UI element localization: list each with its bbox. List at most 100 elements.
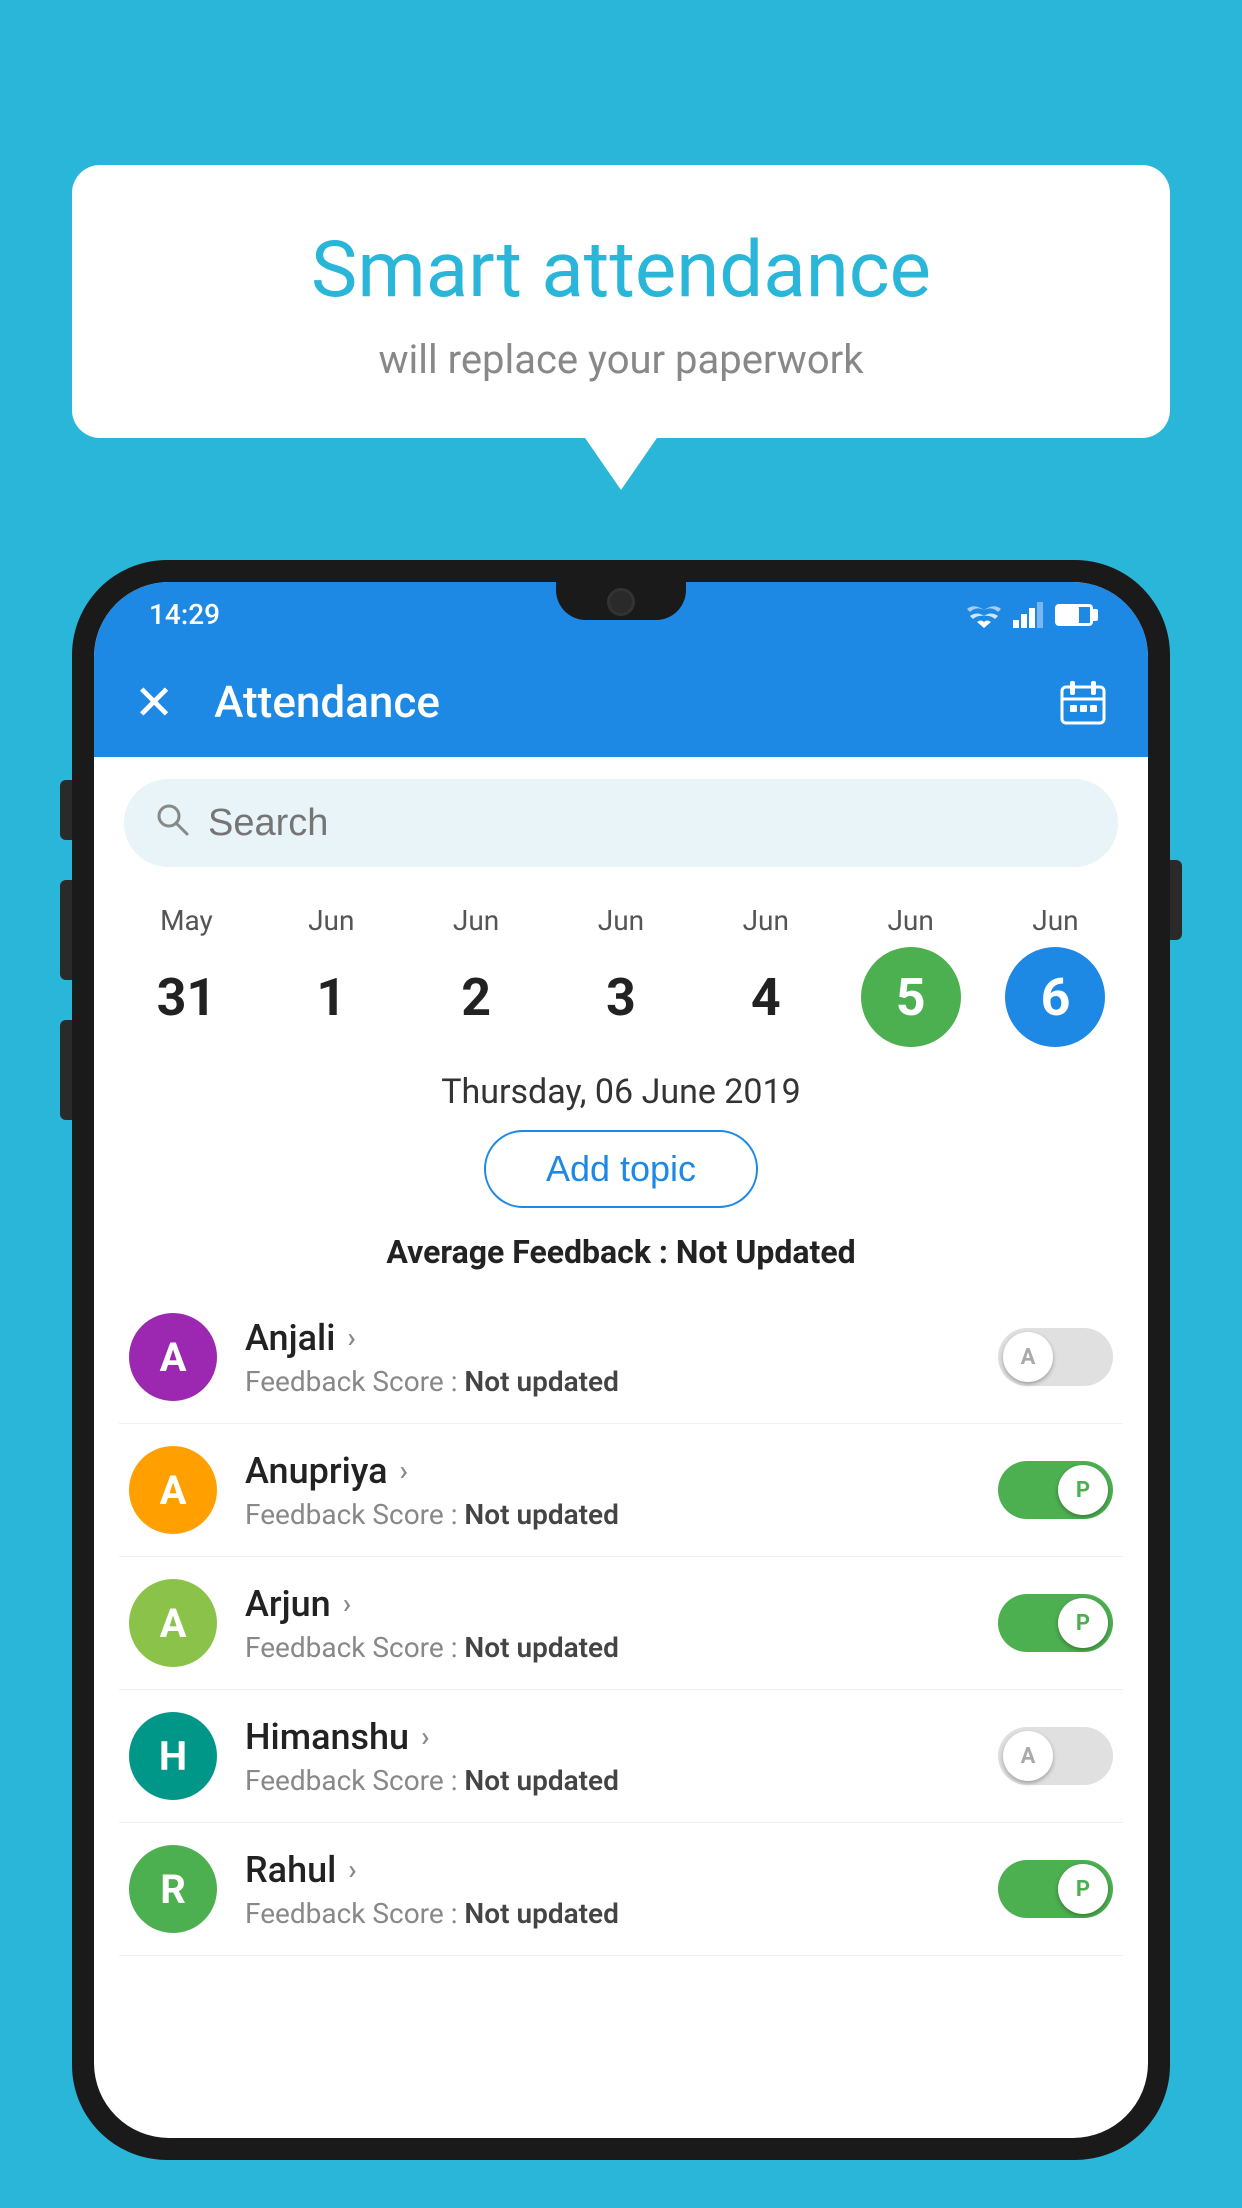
student-avatar: H — [129, 1712, 217, 1800]
student-feedback: Feedback Score : Not updated — [245, 1365, 998, 1398]
cal-date-number[interactable]: 4 — [716, 947, 816, 1047]
attendance-toggle[interactable]: A — [998, 1727, 1113, 1785]
student-row[interactable]: A Arjun › Feedback Score : Not updated P — [119, 1557, 1123, 1690]
student-avatar: R — [129, 1845, 217, 1933]
attendance-toggle[interactable]: A — [998, 1328, 1113, 1386]
student-chevron: › — [347, 1321, 355, 1354]
student-feedback: Feedback Score : Not updated — [245, 1498, 998, 1531]
attendance-toggle[interactable]: P — [998, 1594, 1113, 1652]
student-name: Anjali › — [245, 1317, 998, 1359]
toggle-knob: P — [1058, 1598, 1108, 1648]
feedback-value: Not updated — [464, 1365, 618, 1398]
feedback-value: Not updated — [464, 1498, 618, 1531]
status-icons — [967, 602, 1093, 628]
search-icon — [154, 801, 190, 846]
student-chevron: › — [348, 1853, 356, 1886]
cal-date-number[interactable]: 1 — [281, 947, 381, 1047]
search-bar[interactable] — [124, 779, 1118, 867]
toggle-knob: A — [1003, 1731, 1053, 1781]
student-info: Anupriya › Feedback Score : Not updated — [245, 1450, 998, 1531]
battery-icon — [1055, 604, 1093, 626]
student-feedback: Feedback Score : Not updated — [245, 1897, 998, 1930]
student-chevron: › — [421, 1720, 429, 1753]
attendance-toggle[interactable]: P — [998, 1860, 1113, 1918]
toggle-track: P — [998, 1594, 1113, 1652]
student-row[interactable]: R Rahul › Feedback Score : Not updated P — [119, 1823, 1123, 1956]
phone-power-button — [1170, 860, 1182, 940]
student-row[interactable]: H Himanshu › Feedback Score : Not updatedA — [119, 1690, 1123, 1823]
calendar-day[interactable]: May 31 — [121, 904, 251, 1047]
calendar-day[interactable]: Jun 2 — [411, 904, 541, 1047]
cal-month-label: Jun — [743, 904, 789, 937]
wifi-icon — [967, 602, 1001, 628]
add-topic-button[interactable]: Add topic — [484, 1130, 758, 1208]
student-row[interactable]: AAnjali ›Feedback Score : Not updatedA — [119, 1291, 1123, 1424]
app-bar: ✕ Attendance — [94, 647, 1148, 757]
toggle-track: P — [998, 1860, 1113, 1918]
student-info: Arjun › Feedback Score : Not updated — [245, 1583, 998, 1664]
cal-month-label: Jun — [598, 904, 644, 937]
cal-date-number[interactable]: 31 — [136, 947, 236, 1047]
student-chevron: › — [400, 1454, 408, 1487]
calendar-day[interactable]: Jun 4 — [701, 904, 831, 1047]
app-bar-title: Attendance — [214, 676, 1058, 728]
avg-feedback-value: Not Updated — [676, 1233, 856, 1271]
cal-date-number[interactable]: 2 — [426, 947, 526, 1047]
student-name: Himanshu › — [245, 1716, 998, 1758]
phone-mute-button — [60, 780, 72, 840]
student-info: Anjali › Feedback Score : Not updated — [245, 1317, 998, 1398]
phone-camera — [607, 588, 635, 616]
cal-date-number[interactable]: 3 — [571, 947, 671, 1047]
toggle-knob: P — [1058, 1864, 1108, 1914]
phone-screen: 14:29 — [94, 582, 1148, 2138]
calendar-day[interactable]: Jun 6 — [990, 904, 1120, 1047]
toggle-knob: P — [1058, 1465, 1108, 1515]
phone-volume-up-button — [60, 880, 72, 980]
feedback-value: Not updated — [464, 1897, 618, 1930]
search-input[interactable] — [208, 802, 1088, 845]
student-name: Arjun › — [245, 1583, 998, 1625]
toggle-knob: A — [1003, 1332, 1053, 1382]
bubble-title: Smart attendance — [122, 225, 1120, 316]
toggle-track: A — [998, 1727, 1113, 1785]
avg-feedback-label: Average Feedback : — [386, 1233, 675, 1271]
cal-month-label: Jun — [887, 904, 933, 937]
cal-month-label: May — [160, 904, 213, 937]
student-name: Anupriya › — [245, 1450, 998, 1492]
student-feedback: Feedback Score : Not updated — [245, 1764, 998, 1797]
feedback-value: Not updated — [464, 1631, 618, 1664]
calendar-day[interactable]: Jun 1 — [266, 904, 396, 1047]
feedback-value: Not updated — [464, 1764, 618, 1797]
cal-month-label: Jun — [1032, 904, 1078, 937]
selected-date-label: Thursday, 06 June 2019 — [94, 1072, 1148, 1112]
avg-feedback: Average Feedback : Not Updated — [94, 1233, 1148, 1271]
cal-date-number[interactable]: 6 — [1005, 947, 1105, 1047]
cal-date-number[interactable]: 5 — [861, 947, 961, 1047]
speech-bubble: Smart attendance will replace your paper… — [72, 165, 1170, 438]
bubble-subtitle: will replace your paperwork — [122, 336, 1120, 383]
toggle-track: P — [998, 1461, 1113, 1519]
student-feedback: Feedback Score : Not updated — [245, 1631, 998, 1664]
student-avatar: A — [129, 1579, 217, 1667]
calendar-day[interactable]: Jun 3 — [556, 904, 686, 1047]
student-info: Himanshu › Feedback Score : Not updated — [245, 1716, 998, 1797]
calendar-day[interactable]: Jun 5 — [846, 904, 976, 1047]
attendance-toggle[interactable]: P — [998, 1461, 1113, 1519]
calendar-icon[interactable] — [1058, 677, 1108, 727]
student-row[interactable]: A Anupriya › Feedback Score : Not updated P — [119, 1424, 1123, 1557]
student-avatar: A — [129, 1446, 217, 1534]
signal-icon — [1013, 602, 1043, 628]
calendar-strip: May 31 Jun 1 Jun 2 Jun 3 Jun 4 Jun 5 Jun 6 — [94, 889, 1148, 1057]
student-name: Rahul › — [245, 1849, 998, 1891]
student-list: AAnjali ›Feedback Score : Not updatedAAA… — [94, 1291, 1148, 1956]
cal-month-label: Jun — [308, 904, 354, 937]
phone-frame: 14:29 — [72, 560, 1170, 2208]
cal-month-label: Jun — [453, 904, 499, 937]
student-info: Rahul › Feedback Score : Not updated — [245, 1849, 998, 1930]
speech-bubble-container: Smart attendance will replace your paper… — [72, 165, 1170, 438]
student-chevron: › — [343, 1587, 351, 1620]
toggle-track: A — [998, 1328, 1113, 1386]
status-time: 14:29 — [149, 598, 220, 631]
close-button[interactable]: ✕ — [134, 674, 174, 731]
student-avatar: A — [129, 1313, 217, 1401]
